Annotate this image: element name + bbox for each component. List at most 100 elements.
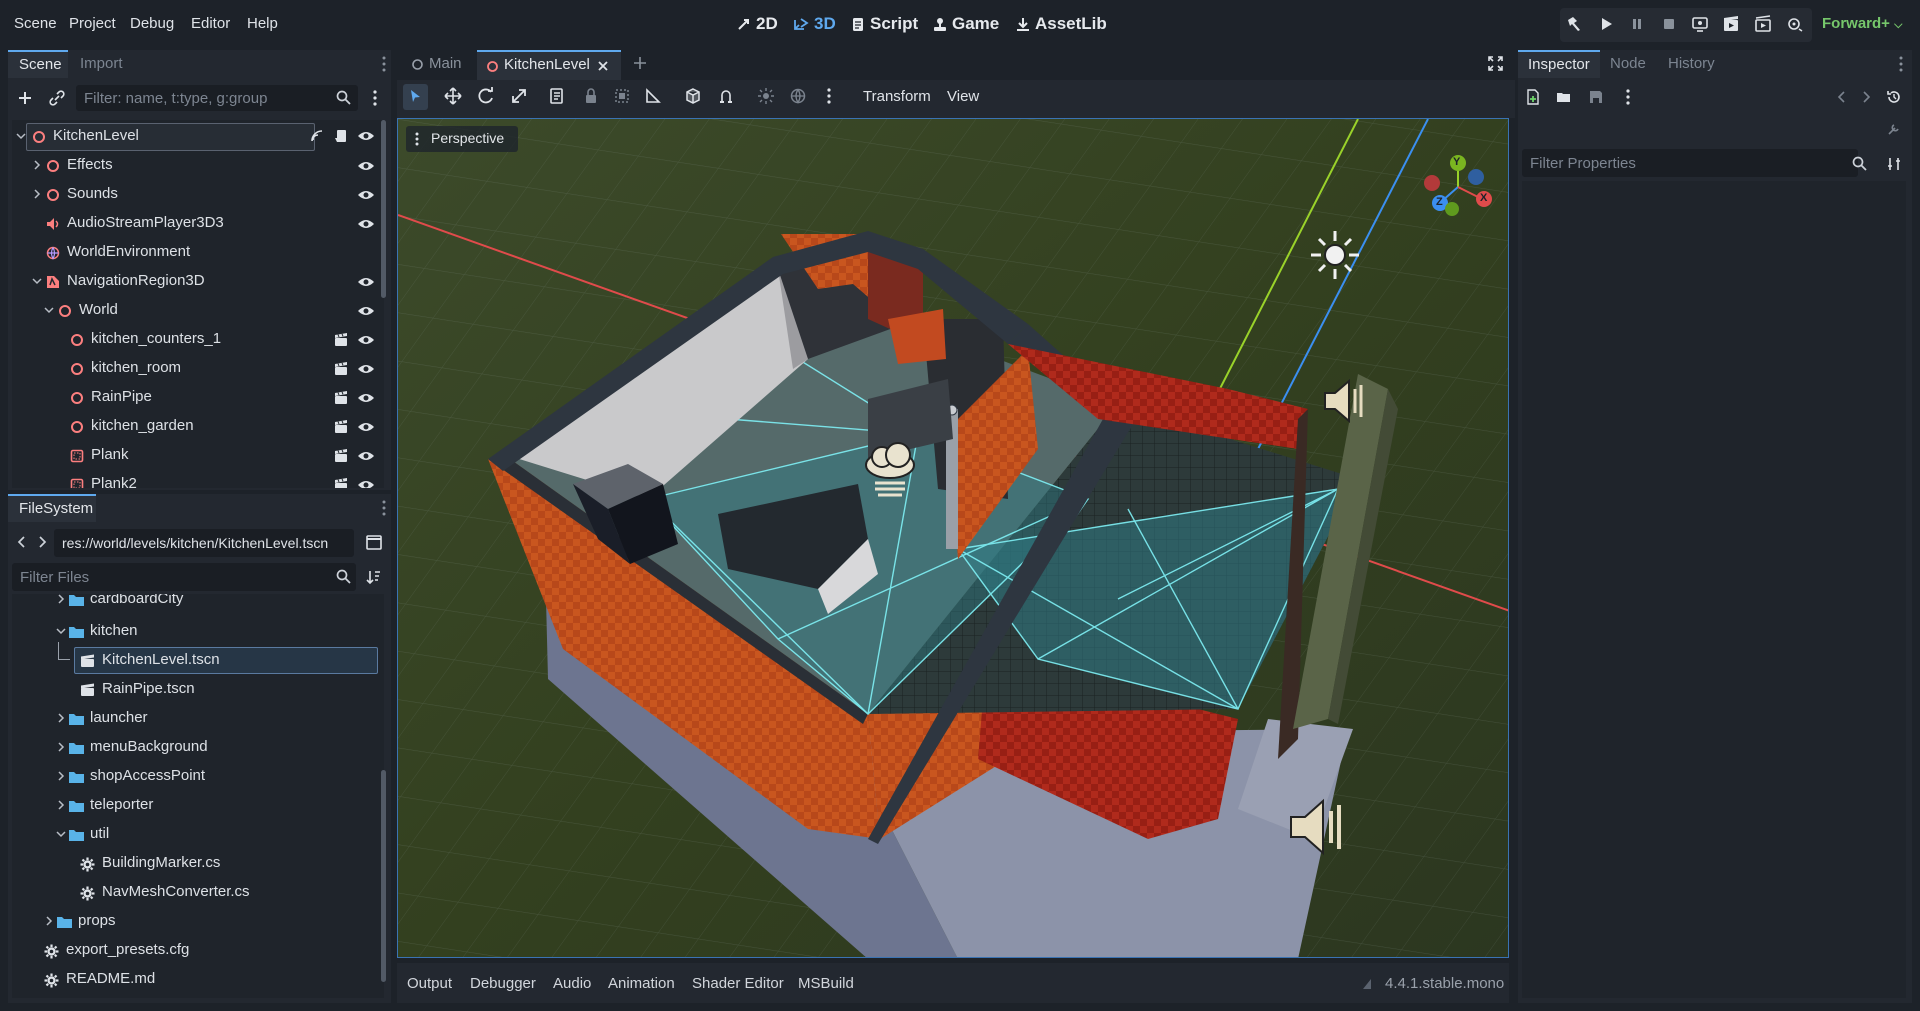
filesystem-path-input[interactable]: res://world/levels/kitchen/KitchenLevel.…: [54, 529, 354, 557]
lock-icon[interactable]: [581, 86, 603, 108]
file-item-readme-md[interactable]: README.md: [12, 965, 384, 994]
forward-arrow-icon[interactable]: [36, 535, 48, 549]
workspace-2d-button[interactable]: 2D: [737, 14, 778, 34]
file-item-navmeshconverter-cs[interactable]: NavMeshConverter.cs: [12, 878, 384, 907]
visibility-eye-icon[interactable]: [357, 363, 375, 377]
tab-kitchenlevel[interactable]: KitchenLevel: [477, 50, 621, 80]
chevron-down-icon[interactable]: [32, 276, 44, 288]
file-item-kitchenlevel-tscn[interactable]: KitchenLevel.tscn: [12, 642, 384, 675]
transform-menu[interactable]: Transform: [863, 88, 931, 105]
visibility-eye-icon[interactable]: [357, 305, 375, 319]
tree-item-sounds[interactable]: Sounds: [12, 180, 384, 209]
sort-icon[interactable]: [366, 569, 381, 585]
chevron-right-icon[interactable]: [56, 742, 68, 754]
visibility-eye-icon[interactable]: [357, 450, 375, 464]
workspace-game-button[interactable]: Game: [933, 14, 999, 34]
tab-debugger[interactable]: Debugger: [470, 975, 536, 992]
menu-editor[interactable]: Editor: [191, 15, 230, 32]
tree-item-kitchen-room[interactable]: kitchen_room: [12, 354, 384, 383]
save-icon[interactable]: [1588, 89, 1604, 105]
ruler-icon[interactable]: [643, 86, 665, 108]
chevron-right-icon[interactable]: [56, 594, 68, 606]
tab-import[interactable]: Import: [80, 55, 123, 72]
tab-main[interactable]: Main: [401, 50, 476, 78]
back-arrow-icon[interactable]: [16, 535, 28, 549]
menu-debug[interactable]: Debug: [130, 15, 174, 32]
visibility-eye-icon[interactable]: [357, 189, 375, 203]
link-icon[interactable]: [48, 89, 66, 107]
kebab-menu-icon[interactable]: [825, 86, 847, 108]
tree-item-world[interactable]: World: [12, 296, 384, 325]
environment-preview-icon[interactable]: [788, 86, 810, 108]
kebab-menu-icon[interactable]: [1625, 88, 1631, 106]
sun-preview-icon[interactable]: [756, 86, 778, 108]
chevron-right-icon[interactable]: [44, 916, 56, 928]
file-item-cardboardcity[interactable]: cardboardCity: [12, 594, 384, 606]
signal-icon[interactable]: [310, 129, 324, 143]
open-scene-icon[interactable]: [334, 391, 348, 405]
workspace-script-button[interactable]: Script: [851, 14, 918, 34]
build-hammer-icon[interactable]: [1565, 15, 1587, 35]
history-forward-icon[interactable]: [1860, 90, 1872, 104]
list-select-icon[interactable]: [547, 86, 569, 108]
tree-item-plank[interactable]: Plank: [12, 441, 384, 470]
menu-help[interactable]: Help: [247, 15, 278, 32]
fullscreen-icon[interactable]: [1488, 56, 1503, 71]
perspective-menu-button[interactable]: Perspective: [406, 126, 518, 152]
play-scene-icon[interactable]: [1722, 15, 1744, 35]
movie-maker-icon[interactable]: [1786, 15, 1808, 35]
add-tab-icon[interactable]: [632, 55, 648, 71]
gizmo-z-label[interactable]: Z: [1436, 196, 1443, 208]
history-back-icon[interactable]: [1836, 90, 1848, 104]
file-item-rainpipe-tscn[interactable]: RainPipe.tscn: [12, 675, 384, 704]
file-item-buildingmarker-cs[interactable]: BuildingMarker.cs: [12, 849, 384, 878]
chevron-down-icon[interactable]: [16, 131, 28, 143]
file-item-menubackground[interactable]: menuBackground: [12, 733, 384, 762]
workspace-assetlib-button[interactable]: AssetLib: [1016, 14, 1107, 34]
tree-item-rainpipe[interactable]: RainPipe: [12, 383, 384, 412]
file-item-props[interactable]: props: [12, 907, 384, 936]
open-scene-icon[interactable]: [334, 478, 348, 488]
file-item-teleporter[interactable]: teleporter: [12, 791, 384, 820]
open-scene-icon[interactable]: [334, 420, 348, 434]
file-tree-scrollbar[interactable]: [381, 770, 386, 982]
local-space-icon[interactable]: [683, 86, 705, 108]
object-history-icon[interactable]: [1886, 89, 1902, 105]
group-icon[interactable]: [612, 86, 634, 108]
chevron-right-icon[interactable]: [32, 160, 44, 172]
stop-icon[interactable]: [1660, 15, 1682, 35]
tab-audio[interactable]: Audio: [553, 975, 591, 992]
new-resource-icon[interactable]: [1525, 89, 1541, 105]
chevron-down-icon[interactable]: [56, 626, 68, 638]
file-item-export-presets-cfg[interactable]: export_presets.cfg: [12, 936, 384, 965]
tree-item-kitchenlevel[interactable]: KitchenLevel: [12, 122, 384, 151]
file-item-shopaccesspoint[interactable]: shopAccessPoint: [12, 762, 384, 791]
pause-icon[interactable]: [1628, 15, 1650, 35]
tree-item-audiostreamplayer3d3[interactable]: AudioStreamPlayer3D3: [12, 209, 384, 238]
play-icon[interactable]: [1597, 15, 1619, 35]
property-settings-icon[interactable]: [1886, 156, 1902, 172]
tab-shader-editor[interactable]: Shader Editor: [692, 975, 784, 992]
dock-menu-icon[interactable]: [1898, 55, 1904, 73]
move-icon[interactable]: [443, 86, 465, 108]
chevron-right-icon[interactable]: [56, 771, 68, 783]
open-folder-icon[interactable]: [1556, 89, 1572, 105]
file-item-util[interactable]: util: [12, 820, 384, 849]
gizmo-x-label[interactable]: X: [1480, 192, 1487, 204]
tab-msbuild[interactable]: MSBuild: [798, 975, 854, 992]
tree-item-plank2[interactable]: Plank2: [12, 470, 384, 488]
add-node-icon[interactable]: [16, 89, 34, 107]
script-attached-icon[interactable]: [334, 129, 348, 143]
close-icon[interactable]: [597, 60, 609, 72]
visibility-eye-icon[interactable]: [357, 218, 375, 232]
tree-item-effects[interactable]: Effects: [12, 151, 384, 180]
chevron-down-icon[interactable]: [44, 305, 56, 317]
workspace-3d-button[interactable]: 3D: [793, 14, 836, 34]
tab-node[interactable]: Node: [1610, 55, 1646, 72]
rotate-icon[interactable]: [476, 86, 498, 108]
file-item-launcher[interactable]: launcher: [12, 704, 384, 733]
tab-animation[interactable]: Animation: [608, 975, 675, 992]
play-custom-scene-icon[interactable]: [1754, 15, 1776, 35]
chevron-down-icon[interactable]: [56, 829, 68, 841]
scale-icon[interactable]: [509, 86, 531, 108]
